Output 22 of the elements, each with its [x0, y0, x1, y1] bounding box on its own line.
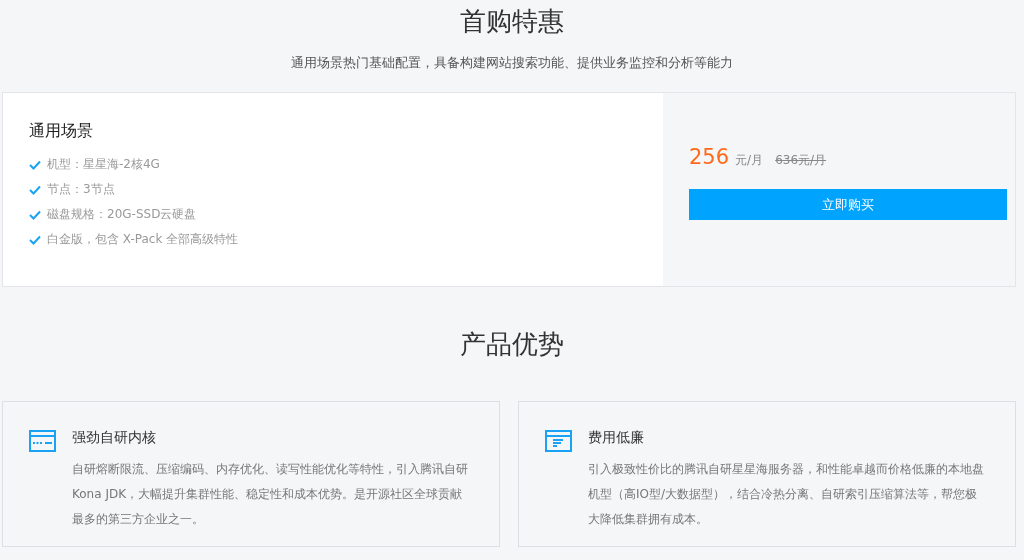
feature-text: 白金版，包含 X-Pack 全部高级特性 [47, 231, 239, 248]
check-icon [29, 234, 41, 245]
buy-button[interactable]: 立即购买 [689, 189, 1007, 220]
price-unit: 元/月 [735, 152, 764, 169]
card-description: 自研熔断限流、压缩编码、内存优化、读写性能优化等特性，引入腾讯自研Kona JDK，大幅提升集群性能、稳定性和成本优势。是开源社区全球贡献最多的第三方企业之一。 [72, 461, 469, 528]
card-description: 引入极致性价比的腾讯自研星星海服务器，和性能卓越而价格低廉的本地盘机型（高IO型/大数据型），结合冷热分离、自研索引压缩算法等，帮您极大降低集群拥有成本。 [588, 461, 985, 528]
feature-text: 节点：3节点 [47, 181, 115, 198]
check-icon [29, 209, 41, 220]
document-icon [545, 430, 572, 452]
card-icon [29, 430, 56, 452]
plan-name: 通用场景 [29, 121, 94, 142]
original-price: 636元/月 [775, 152, 827, 169]
card-title: 费用低廉 [588, 429, 645, 447]
section-title: 首购特惠 [459, 5, 565, 38]
check-icon [29, 184, 41, 195]
card-title: 强劲自研内核 [72, 429, 157, 447]
section-subtitle: 通用场景热门基础配置，具备构建网站搜索功能、提供业务监控和分析等能力 [290, 54, 734, 72]
section-title: 产品优势 [459, 328, 565, 361]
feature-text: 磁盘规格：20G-SSD云硬盘 [47, 206, 197, 223]
check-icon [29, 159, 41, 170]
price: 256 [689, 145, 730, 169]
feature-text: 机型：星星海-2核4G [47, 156, 160, 173]
